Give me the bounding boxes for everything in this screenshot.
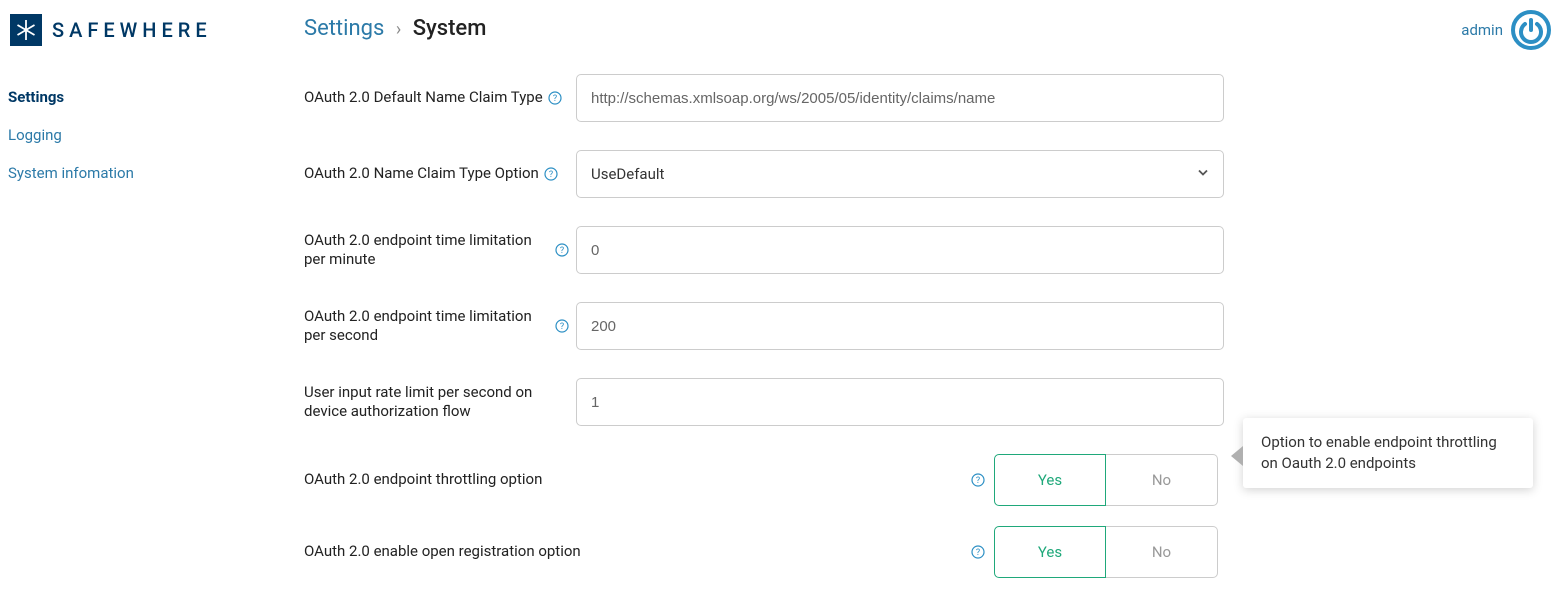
field-label: OAuth 2.0 endpoint time limitation per s… (304, 307, 550, 346)
sidebar: Settings Logging System infomation (8, 78, 208, 192)
sidebar-item-label: Logging (8, 126, 62, 144)
brand-logo[interactable]: SAFEWHERE (10, 14, 212, 46)
help-icon[interactable]: ? (970, 472, 986, 488)
svg-text:?: ? (976, 476, 980, 486)
oauth-endpoint-limit-per-second-input[interactable] (576, 302, 1224, 350)
tooltip-arrow-icon (1231, 446, 1243, 466)
field-oauth-endpoint-limit-per-minute: OAuth 2.0 endpoint time limitation per m… (304, 226, 1224, 274)
tooltip-text: Option to enable endpoint throttling on … (1261, 433, 1497, 472)
field-oauth-default-name-claim-type: OAuth 2.0 Default Name Claim Type ? (304, 74, 1224, 122)
brand-text: SAFEWHERE (52, 18, 212, 42)
svg-text:?: ? (976, 548, 980, 558)
sidebar-item-system-information[interactable]: System infomation (8, 154, 208, 192)
toggle-yes-button[interactable]: Yes (994, 454, 1106, 506)
field-oauth-endpoint-limit-per-second: OAuth 2.0 endpoint time limitation per s… (304, 302, 1224, 350)
svg-text:?: ? (560, 246, 564, 256)
sidebar-item-settings[interactable]: Settings (8, 78, 208, 116)
oauth-endpoint-limit-per-minute-input[interactable] (576, 226, 1224, 274)
select-value: UseDefault (591, 165, 664, 183)
user-avatar-icon[interactable] (1511, 10, 1551, 50)
svg-text:?: ? (560, 322, 564, 332)
field-label: OAuth 2.0 endpoint time limitation per m… (304, 231, 550, 270)
svg-text:?: ? (553, 94, 557, 104)
field-label: OAuth 2.0 Name Claim Type Option (304, 164, 539, 184)
toggle-group: Yes No (994, 454, 1218, 506)
help-icon[interactable]: ? (547, 90, 563, 106)
help-icon[interactable]: ? (554, 242, 570, 258)
sidebar-item-label: Settings (8, 88, 64, 106)
field-label: User input rate limit per second on devi… (304, 383, 570, 422)
breadcrumb-current: System (413, 16, 487, 41)
breadcrumb: Settings › System (304, 16, 486, 41)
field-user-input-rate-limit: User input rate limit per second on devi… (304, 378, 1224, 426)
main-content: OAuth 2.0 Default Name Claim Type ? OAut… (304, 74, 1224, 598)
toggle-no-button[interactable]: No (1106, 526, 1218, 578)
svg-text:?: ? (549, 170, 553, 180)
field-label: OAuth 2.0 endpoint throttling option (304, 470, 542, 490)
user-input-rate-limit-input[interactable] (576, 378, 1224, 426)
sidebar-item-logging[interactable]: Logging (8, 116, 208, 154)
field-label: OAuth 2.0 Default Name Claim Type (304, 88, 543, 108)
breadcrumb-separator: › (396, 19, 401, 40)
field-oauth-enable-open-registration-option: OAuth 2.0 enable open registration optio… (304, 526, 1224, 578)
toggle-no-button[interactable]: No (1106, 454, 1218, 506)
toggle-group: Yes No (994, 526, 1218, 578)
toggle-yes-button[interactable]: Yes (994, 526, 1106, 578)
top-bar: SAFEWHERE Settings › System admin (0, 0, 1565, 46)
oauth-name-claim-type-option-select[interactable]: UseDefault (576, 150, 1224, 198)
tooltip: Option to enable endpoint throttling on … (1243, 418, 1533, 488)
field-oauth-endpoint-throttling-option: OAuth 2.0 endpoint throttling option ? Y… (304, 454, 1224, 506)
help-icon[interactable]: ? (543, 166, 559, 182)
help-icon[interactable]: ? (554, 318, 570, 334)
help-icon[interactable]: ? (970, 544, 986, 560)
user-area[interactable]: admin (1461, 10, 1551, 50)
safewhere-logo-icon (10, 14, 42, 46)
field-label: OAuth 2.0 enable open registration optio… (304, 542, 581, 562)
field-oauth-name-claim-type-option: OAuth 2.0 Name Claim Type Option ? UseDe… (304, 150, 1224, 198)
breadcrumb-parent[interactable]: Settings (304, 16, 384, 41)
user-name: admin (1461, 21, 1503, 39)
sidebar-item-label: System infomation (8, 164, 134, 182)
oauth-default-name-claim-type-input[interactable] (576, 74, 1224, 122)
